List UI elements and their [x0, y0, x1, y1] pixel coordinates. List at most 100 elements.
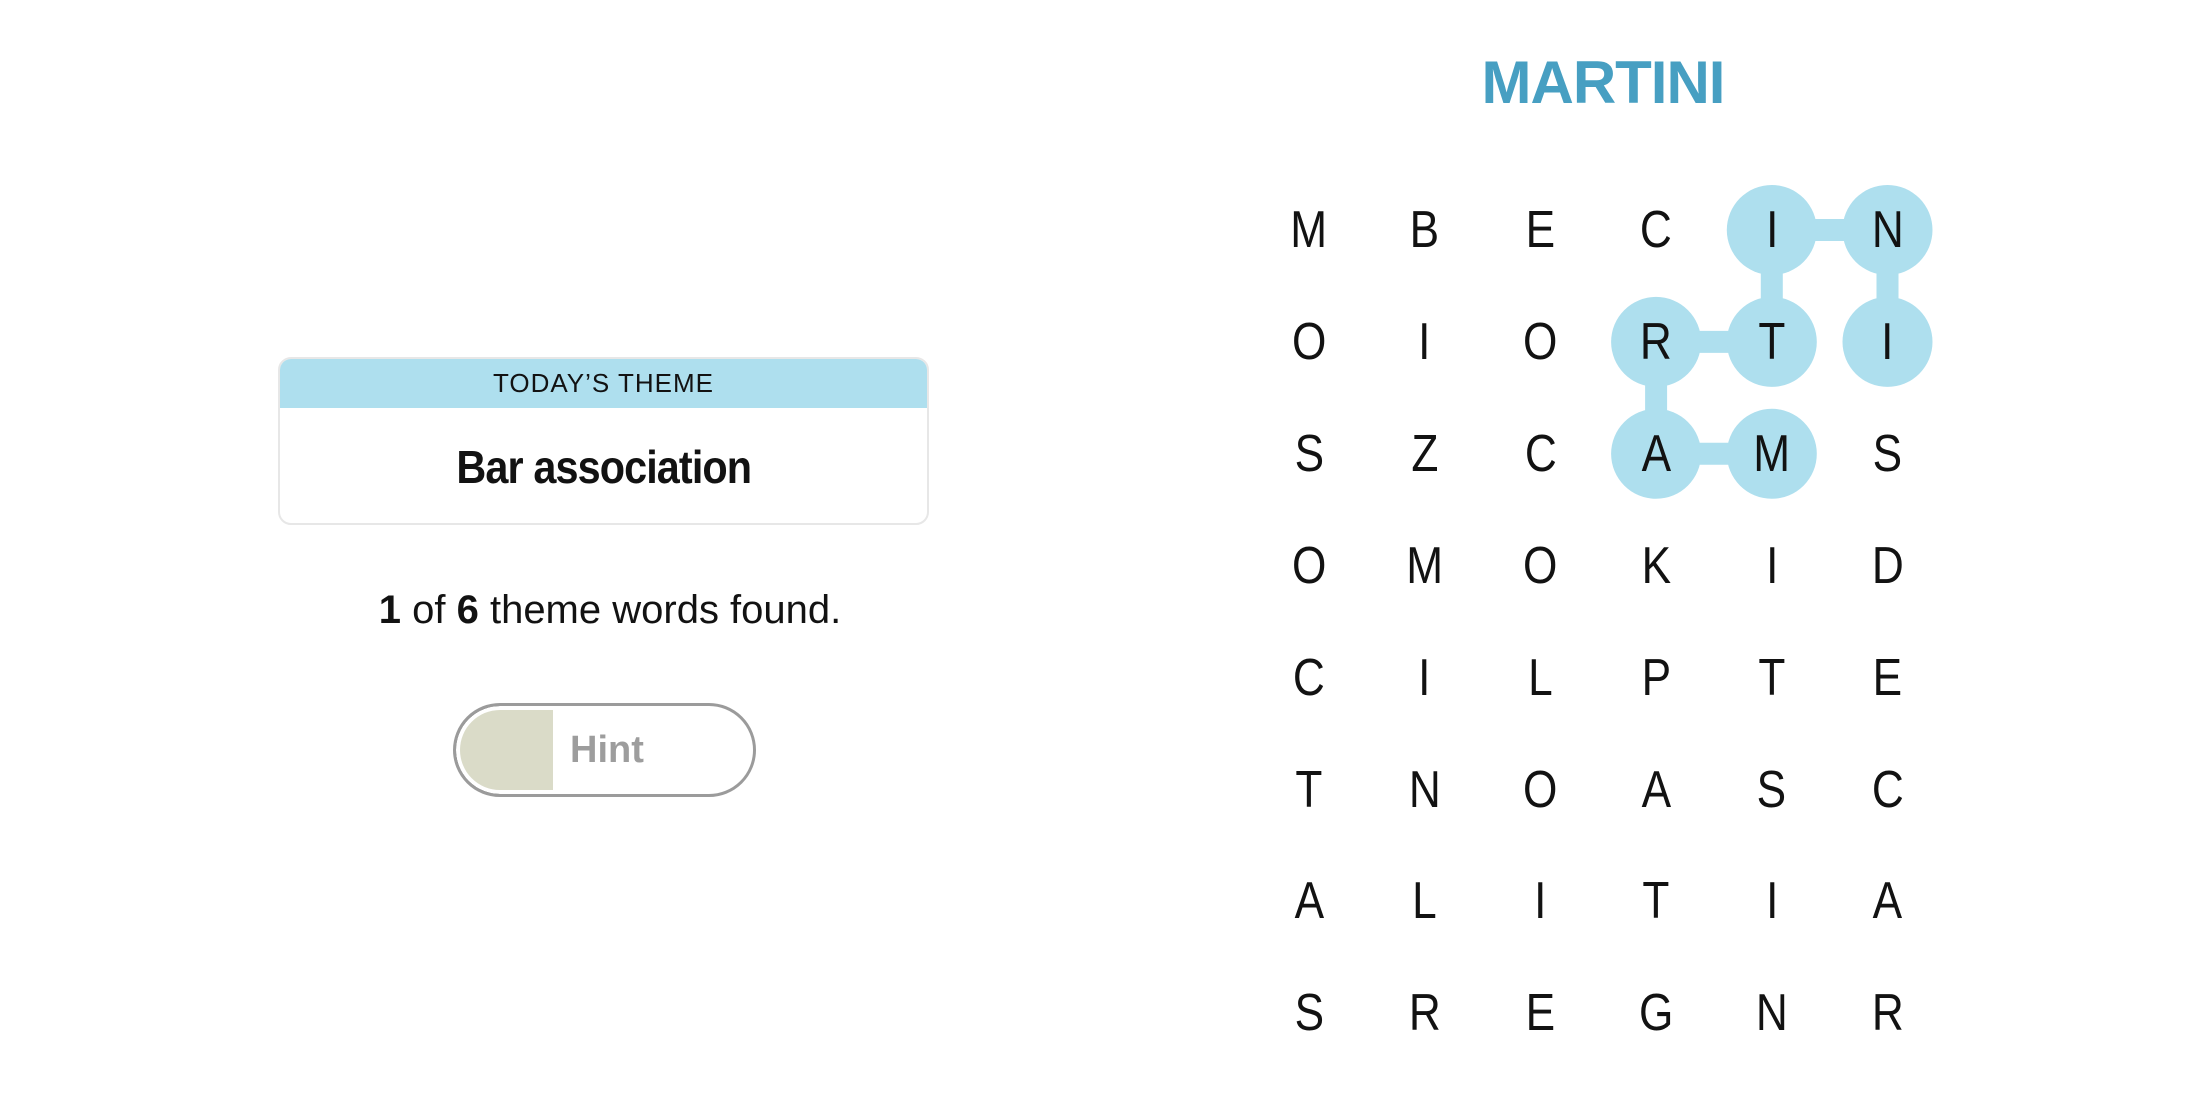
letter-board: MBECINOIORTISZCAMSOMOKIDCILPTETNOASCALIT… [0, 0, 2200, 1100]
letter-cell[interactable]: M [1380, 521, 1470, 611]
letter: R [1871, 984, 1904, 1043]
found-count: 1 [378, 588, 401, 632]
letter-cell[interactable]: P [1611, 633, 1701, 723]
letter: N [1755, 984, 1788, 1043]
letter-cell[interactable]: G [1611, 968, 1701, 1058]
letter: G [1638, 984, 1674, 1043]
letter-cell[interactable]: L [1380, 856, 1470, 946]
letter-cell[interactable]: A [1611, 745, 1701, 835]
letter: E [1525, 201, 1556, 259]
letter-cell[interactable]: C [1843, 745, 1933, 835]
letter: B [1409, 201, 1440, 259]
letter-cell[interactable]: I [1727, 185, 1817, 275]
letter-cell[interactable]: R [1611, 297, 1701, 387]
letter-cell[interactable]: I [1727, 856, 1817, 946]
letter-cell[interactable]: C [1495, 409, 1585, 499]
letter-cell[interactable]: R [1380, 968, 1470, 1058]
letter-cell[interactable]: Z [1380, 409, 1470, 499]
letter-cell[interactable]: L [1495, 633, 1585, 723]
letter: P [1641, 648, 1671, 707]
letter: K [1641, 536, 1671, 595]
letter-cell[interactable]: O [1495, 745, 1585, 835]
letter-cell[interactable]: E [1495, 185, 1585, 275]
letter-cell[interactable]: I [1380, 633, 1470, 723]
progress-suffix: theme words found. [489, 588, 842, 632]
letter: R [1640, 312, 1673, 371]
letter: E [1525, 984, 1556, 1043]
hint-label: Hint [570, 728, 644, 771]
theme-card-header: TODAY’S THEME [280, 359, 927, 408]
letter-cell[interactable]: E [1495, 968, 1585, 1058]
letter: I [1418, 648, 1431, 707]
letter: C [1293, 648, 1325, 707]
letter-cell[interactable]: N [1380, 745, 1470, 835]
letter-cell[interactable]: S [1727, 745, 1817, 835]
letter: T [1758, 312, 1786, 371]
letter: O [1523, 760, 1558, 819]
letter-cell[interactable]: A [1264, 856, 1354, 946]
letter: M [1290, 201, 1328, 259]
letter: C [1871, 760, 1904, 819]
letter: S [1872, 424, 1903, 483]
letter-cell[interactable]: M [1264, 185, 1354, 275]
letter-cell[interactable]: O [1264, 297, 1354, 387]
letter: L [1528, 648, 1553, 707]
letter-cell[interactable]: S [1843, 409, 1933, 499]
letter: A [1641, 760, 1671, 819]
letter-cell[interactable]: I [1727, 521, 1817, 611]
letter: I [1418, 312, 1431, 371]
letter: E [1872, 648, 1903, 707]
letter-cell[interactable]: D [1843, 521, 1933, 611]
letter-cell[interactable]: T [1727, 297, 1817, 387]
letter-cell[interactable]: T [1611, 856, 1701, 946]
letter-cell[interactable]: I [1380, 297, 1470, 387]
letter: M [1406, 536, 1444, 595]
letter-cell[interactable]: O [1495, 521, 1585, 611]
letter-cell[interactable]: N [1843, 185, 1933, 275]
letter: I [1881, 312, 1894, 371]
theme-card: TODAY’S THEME Bar association [278, 357, 929, 525]
letter-cell[interactable]: M [1727, 409, 1817, 499]
letter-cell[interactable]: N [1727, 968, 1817, 1058]
letter-cell[interactable]: A [1611, 409, 1701, 499]
letter-cell[interactable]: B [1380, 185, 1470, 275]
letter-cell[interactable]: C [1611, 185, 1701, 275]
letter: O [1523, 312, 1558, 371]
letter: R [1408, 984, 1441, 1043]
progress-text: 1 of 6 theme words found. [280, 588, 940, 633]
letter-cell[interactable]: S [1264, 968, 1354, 1058]
letter-cell[interactable]: I [1495, 856, 1585, 946]
letter: I [1765, 201, 1778, 259]
letter: I [1765, 872, 1778, 931]
letter: I [1765, 536, 1778, 595]
letter-cell[interactable]: T [1727, 633, 1817, 723]
hint-progress-fill [456, 706, 553, 794]
letter-cell[interactable]: T [1264, 745, 1354, 835]
letter: A [1872, 872, 1903, 931]
letter: C [1640, 201, 1673, 259]
current-word: MARTINI [1481, 49, 1726, 116]
letter-cell[interactable]: E [1843, 633, 1933, 723]
letter-cell[interactable]: O [1495, 297, 1585, 387]
letter: Z [1411, 424, 1439, 483]
letter: A [1641, 424, 1671, 483]
letter: O [1291, 312, 1327, 371]
hint-button[interactable]: Hint [453, 703, 756, 797]
letter: N [1871, 201, 1904, 259]
letter-cell[interactable]: R [1843, 968, 1933, 1058]
letter-cell[interactable]: A [1843, 856, 1933, 946]
letter-cell[interactable]: I [1843, 297, 1933, 387]
letter: A [1294, 872, 1324, 931]
letter-cell[interactable]: O [1264, 521, 1354, 611]
theme-title: Bar association [456, 440, 752, 493]
letter: S [1294, 424, 1324, 483]
letter-cell[interactable]: S [1264, 409, 1354, 499]
letter-cell[interactable]: K [1611, 521, 1701, 611]
letter: C [1524, 424, 1557, 483]
total-count: 6 [456, 588, 479, 632]
letter: T [1758, 648, 1786, 707]
letter: T [1295, 760, 1323, 819]
letter: T [1642, 872, 1670, 931]
letter-cell[interactable]: C [1264, 633, 1354, 723]
theme-card-body: Bar association [280, 408, 927, 523]
